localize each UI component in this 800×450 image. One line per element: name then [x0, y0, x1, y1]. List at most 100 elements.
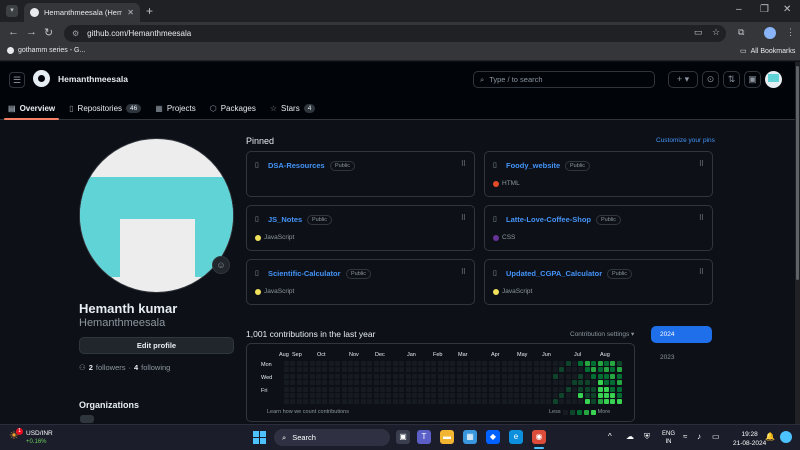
contribution-cell[interactable]: [437, 399, 443, 405]
contribution-cell[interactable]: [578, 373, 584, 379]
contribution-cell[interactable]: [456, 367, 462, 373]
contribution-cell[interactable]: [296, 373, 302, 379]
bookmark-star-icon[interactable]: ☆: [712, 27, 720, 38]
contribution-cell[interactable]: [335, 386, 341, 392]
contribution-cell[interactable]: [463, 380, 469, 386]
contribution-cell[interactable]: [444, 393, 449, 398]
contribution-cell[interactable]: [316, 380, 321, 386]
contribution-cell[interactable]: [418, 367, 424, 373]
contribution-cell[interactable]: [495, 373, 501, 379]
contribution-cell[interactable]: [514, 386, 520, 392]
forward-icon[interactable]: →: [26, 26, 37, 38]
contribution-cell[interactable]: [380, 361, 385, 366]
contribution-cell[interactable]: [508, 380, 513, 386]
tab-projects[interactable]: ▦ Projects: [155, 97, 195, 119]
contribution-cell[interactable]: [616, 393, 622, 398]
contribution-cell[interactable]: [367, 386, 373, 392]
contribution-cell[interactable]: [559, 399, 565, 405]
browser-menu-icon[interactable]: ⋮: [786, 27, 795, 38]
contribution-cell[interactable]: [514, 399, 520, 405]
contribution-cell[interactable]: [565, 386, 571, 392]
contribution-cell[interactable]: [405, 361, 411, 366]
user-avatar[interactable]: [765, 71, 782, 88]
contribution-cell[interactable]: [341, 399, 347, 405]
contribution-cell[interactable]: [290, 393, 296, 398]
contribution-cell[interactable]: [348, 393, 353, 398]
taskbar-clock[interactable]: 19:28 21-08-2024: [733, 430, 766, 448]
contribution-cell[interactable]: [463, 393, 469, 398]
contribution-cell[interactable]: [572, 367, 577, 373]
contribution-cell[interactable]: [367, 399, 373, 405]
page-scrollbar[interactable]: [795, 62, 800, 424]
contribution-cell[interactable]: [604, 399, 609, 405]
minimize-icon[interactable]: –: [736, 4, 742, 15]
contribution-cell[interactable]: [354, 367, 360, 373]
contribution-cell[interactable]: [565, 373, 571, 379]
site-info-icon[interactable]: ⚙: [72, 29, 79, 38]
contribution-cell[interactable]: [335, 373, 341, 379]
contribution-cell[interactable]: [572, 393, 577, 398]
contribution-cell[interactable]: [386, 367, 392, 373]
contribution-cell[interactable]: [482, 373, 488, 379]
back-icon[interactable]: ←: [8, 26, 19, 38]
pinned-repo-card[interactable]: ▯ ⠿ JavaScript Scientific-Calculator Public: [246, 259, 475, 305]
contribution-cell[interactable]: [546, 367, 552, 373]
customize-pins-link[interactable]: Customize your pins: [656, 137, 715, 144]
header-username[interactable]: Hemanthmeesala: [58, 74, 128, 84]
contribution-cell[interactable]: [418, 386, 424, 392]
contribution-cell[interactable]: [533, 386, 539, 392]
contribution-cell[interactable]: [303, 386, 309, 392]
contribution-cell[interactable]: [533, 399, 539, 405]
contribution-cell[interactable]: [322, 386, 328, 392]
tab-stars[interactable]: ☆ Stars 4: [270, 97, 316, 119]
contribution-cell[interactable]: [514, 393, 520, 398]
contribution-cell[interactable]: [520, 373, 526, 379]
contribution-cell[interactable]: [559, 367, 565, 373]
contribution-cell[interactable]: [540, 393, 545, 398]
contribution-cell[interactable]: [488, 399, 494, 405]
contribution-cell[interactable]: [584, 361, 590, 366]
pinned-repo-name[interactable]: Scientific-Calculator: [268, 269, 341, 278]
contribution-cell[interactable]: [437, 386, 443, 392]
contribution-cell[interactable]: [328, 373, 334, 379]
tab-search-icon[interactable]: ▾: [6, 5, 18, 17]
contribution-cell[interactable]: [399, 399, 405, 405]
tab-packages[interactable]: ⬡ Packages: [210, 97, 256, 119]
contribution-cell[interactable]: [488, 380, 494, 386]
pinned-repo-card[interactable]: ▯ ⠿ JavaScript JS_Notes Public: [246, 205, 475, 251]
contribution-cell[interactable]: [584, 399, 590, 405]
contribution-cell[interactable]: [540, 399, 545, 405]
contribution-cell[interactable]: [424, 361, 430, 366]
contribution-cell[interactable]: [501, 380, 507, 386]
contribution-cell[interactable]: [584, 393, 590, 398]
contribution-cell[interactable]: [290, 399, 296, 405]
contribution-cell[interactable]: [412, 386, 417, 392]
contribution-cell[interactable]: [552, 373, 558, 379]
contribution-cell[interactable]: [360, 393, 366, 398]
contribution-cell[interactable]: [405, 380, 411, 386]
contribution-cell[interactable]: [469, 386, 475, 392]
contribution-cell[interactable]: [610, 399, 616, 405]
contribution-cell[interactable]: [444, 367, 449, 373]
contribution-cell[interactable]: [476, 380, 481, 386]
contribution-cell[interactable]: [578, 393, 584, 398]
contribution-cell[interactable]: [316, 393, 321, 398]
contribution-cell[interactable]: [431, 399, 437, 405]
contribution-cell[interactable]: [514, 380, 520, 386]
edit-profile-button[interactable]: Edit profile: [79, 337, 234, 354]
contribution-cell[interactable]: [360, 399, 366, 405]
contribution-cell[interactable]: [405, 373, 411, 379]
contribution-cell[interactable]: [616, 361, 622, 366]
contribution-cell[interactable]: [514, 367, 520, 373]
contribution-cell[interactable]: [405, 399, 411, 405]
contribution-cell[interactable]: [501, 361, 507, 366]
contribution-cell[interactable]: [584, 367, 590, 373]
volume-icon[interactable]: ♪: [697, 432, 701, 441]
contribution-cell[interactable]: [591, 399, 597, 405]
contribution-cell[interactable]: [482, 386, 488, 392]
contribution-cell[interactable]: [309, 399, 315, 405]
contribution-cell[interactable]: [386, 380, 392, 386]
contribution-cell[interactable]: [290, 373, 296, 379]
windows-start-icon[interactable]: [253, 431, 266, 444]
contribution-cell[interactable]: [431, 386, 437, 392]
